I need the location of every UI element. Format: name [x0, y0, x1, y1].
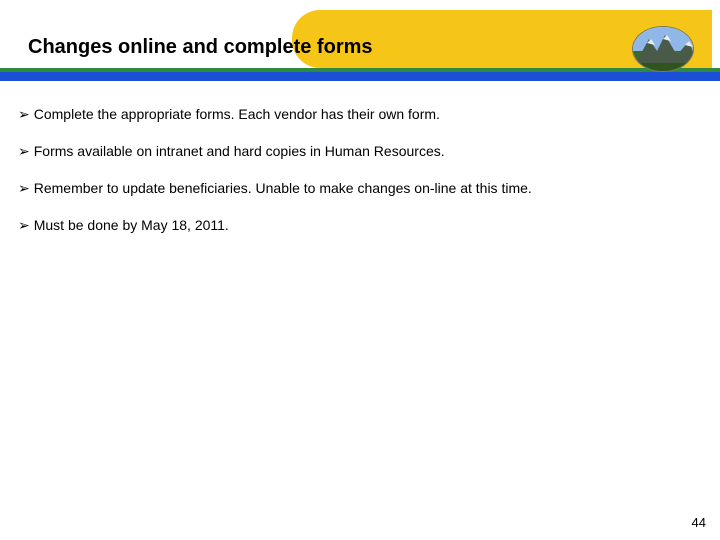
list-item: ➢ Complete the appropriate forms. Each v… [18, 106, 702, 123]
bullet-text: Must be done by May 18, 2011. [34, 217, 229, 233]
page-title: Changes online and complete forms [28, 36, 373, 59]
list-item: ➢ Remember to update beneficiaries. Unab… [18, 180, 702, 197]
bullet-text: Remember to update beneficiaries. Unable… [34, 180, 532, 196]
list-item: ➢ Must be done by May 18, 2011. [18, 217, 702, 234]
bullet-text: Complete the appropriate forms. Each ven… [34, 106, 440, 122]
page-number: 44 [692, 515, 706, 530]
chevron-right-icon: ➢ [18, 143, 30, 160]
list-item: ➢ Forms available on intranet and hard c… [18, 143, 702, 160]
chevron-right-icon: ➢ [18, 180, 30, 197]
bullet-text: Forms available on intranet and hard cop… [34, 143, 445, 159]
header: Changes online and complete forms [0, 0, 720, 78]
bullet-list: ➢ Complete the appropriate forms. Each v… [0, 78, 720, 234]
chevron-right-icon: ➢ [18, 217, 30, 234]
mountain-logo [632, 26, 694, 72]
blue-stripe [0, 72, 720, 81]
chevron-right-icon: ➢ [18, 106, 30, 123]
